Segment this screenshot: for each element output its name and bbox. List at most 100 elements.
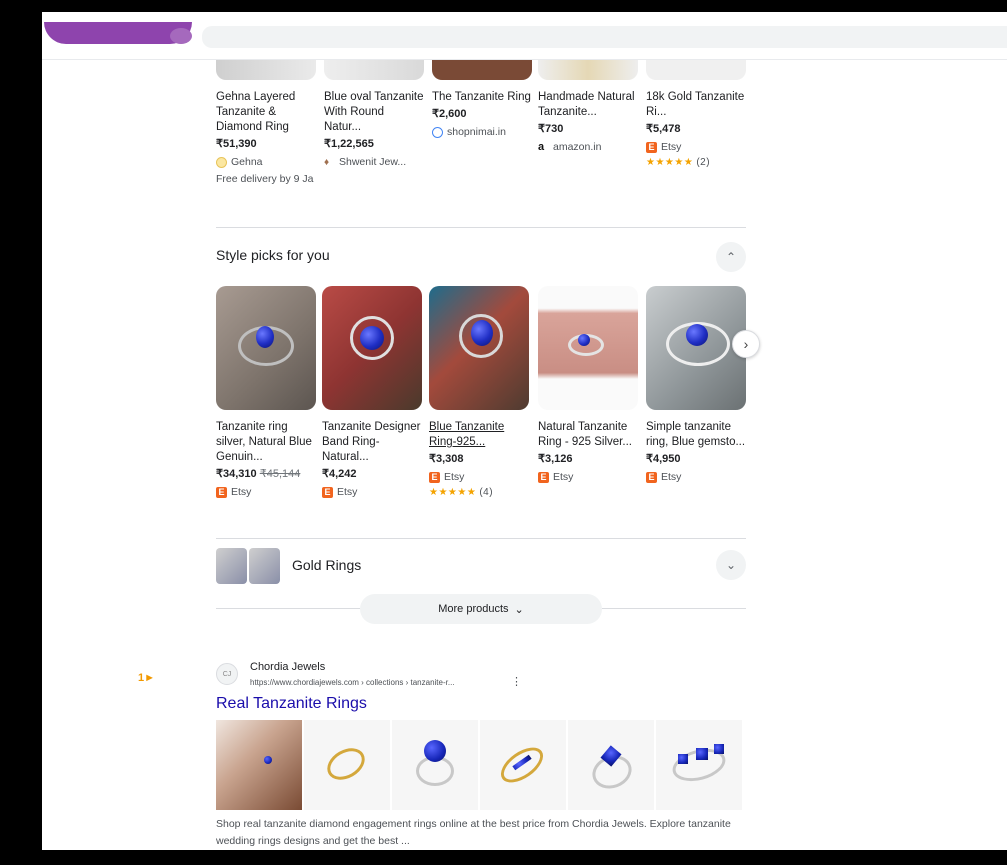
etsy-icon: E — [538, 472, 549, 483]
browser-viewport: Gehna Layered Tanzanite & Diamond Ring ₹… — [42, 12, 1007, 850]
ring-band — [321, 741, 371, 787]
etsy-icon: E — [216, 487, 227, 498]
product-store[interactable]: E Etsy — [216, 485, 316, 500]
site-favicon[interactable]: CJ — [216, 663, 238, 685]
product-card[interactable]: Gehna Layered Tanzanite & Diamond Ring ₹… — [216, 60, 316, 187]
product-card[interactable]: Tanzanite ring silver, Natural Blue Genu… — [216, 286, 316, 500]
product-store[interactable]: shopnimai.in — [432, 125, 532, 140]
product-store[interactable]: E Etsy — [429, 470, 529, 485]
product-card[interactable]: Blue oval Tanzanite With Round Natur... … — [324, 60, 424, 170]
etsy-icon: E — [429, 472, 440, 483]
product-name[interactable]: Gehna Layered Tanzanite & Diamond Ring — [216, 90, 316, 135]
result-image[interactable] — [216, 720, 302, 810]
product-card[interactable]: The Tanzanite Ring ₹2,600 shopnimai.in — [432, 60, 532, 140]
product-name[interactable]: Blue Tanzanite Ring-925... — [429, 420, 529, 450]
store-name: Etsy — [661, 141, 682, 153]
product-price: ₹3,126 — [538, 453, 573, 465]
product-name[interactable]: 18k Gold Tanzanite Ri... — [646, 90, 746, 120]
product-price: ₹51,390 — [216, 138, 257, 150]
original-price: ₹45,144 — [259, 468, 301, 480]
gold-rings-label: Gold Rings — [292, 557, 362, 573]
store-name: Etsy — [444, 471, 465, 483]
shwenit-store-icon: ♦ — [324, 157, 330, 168]
product-price: ₹3,308 — [429, 453, 464, 465]
style-picks-title: Style picks for you — [216, 247, 330, 263]
result-image-strip — [216, 720, 746, 810]
product-image[interactable] — [538, 286, 638, 410]
delivery-info: Free delivery by 9 Ja — [216, 173, 314, 185]
product-card[interactable]: 18k Gold Tanzanite Ri... ₹5,478 E Etsy ★★… — [646, 60, 746, 170]
product-image[interactable] — [429, 286, 529, 410]
search-header — [42, 12, 1007, 60]
result-image[interactable] — [656, 720, 742, 810]
more-products-button[interactable]: More products ⌄ — [360, 594, 602, 624]
gem — [578, 334, 590, 346]
product-image[interactable] — [216, 60, 316, 80]
result-image[interactable] — [304, 720, 390, 810]
chevron-down-icon: ⌄ — [514, 603, 524, 616]
gem — [256, 326, 274, 348]
product-image[interactable] — [538, 60, 638, 80]
product-image[interactable] — [646, 286, 746, 410]
result-rank-marker: 1► — [138, 672, 155, 684]
product-card[interactable]: Tanzanite Designer Band Ring-Natural... … — [322, 286, 422, 500]
product-image[interactable] — [646, 60, 746, 80]
result-image[interactable] — [480, 720, 566, 810]
product-image[interactable] — [324, 60, 424, 80]
product-card[interactable]: Blue Tanzanite Ring-925... ₹3,308 E Etsy … — [429, 286, 529, 500]
product-store[interactable]: ♦ Shwenit Jew... — [324, 155, 424, 170]
thumbnail — [249, 548, 280, 584]
rating: ★★★★★ (2) — [646, 155, 746, 170]
divider-left — [216, 608, 360, 609]
product-store[interactable]: E Etsy — [646, 140, 746, 155]
result-image[interactable] — [568, 720, 654, 810]
product-name[interactable]: Handmade Natural Tanzanite... — [538, 90, 638, 120]
product-store[interactable]: E Etsy — [646, 470, 746, 485]
gold-rings-section[interactable]: Gold Rings — [216, 544, 746, 588]
gem — [686, 324, 708, 346]
gold-rings-thumbnails — [216, 548, 280, 584]
product-name[interactable]: Tanzanite Designer Band Ring-Natural... — [322, 420, 422, 465]
store-name: Gehna — [231, 156, 263, 168]
chevron-up-icon[interactable]: ⌃ — [716, 242, 746, 272]
product-store[interactable]: E Etsy — [538, 470, 638, 485]
product-image[interactable] — [322, 286, 422, 410]
product-card[interactable]: Natural Tanzanite Ring - 925 Silver... ₹… — [538, 286, 638, 485]
site-name[interactable]: Chordia Jewels — [250, 661, 325, 673]
etsy-icon: E — [322, 487, 333, 498]
result-title-link[interactable]: Real Tanzanite Rings — [216, 695, 367, 713]
divider-right — [602, 608, 746, 609]
gem — [714, 744, 724, 754]
store-name: Etsy — [337, 486, 358, 498]
product-store[interactable]: E Etsy — [322, 485, 422, 500]
product-name[interactable]: Simple tanzanite ring, Blue gemsto... — [646, 420, 746, 450]
product-name[interactable]: Tanzanite ring silver, Natural Blue Genu… — [216, 420, 316, 465]
gem — [424, 740, 446, 762]
store-name: Etsy — [553, 471, 574, 483]
product-price: ₹4,242 — [322, 468, 357, 480]
rating-stars: ★★★★★ — [646, 157, 694, 168]
rating: ★★★★★ (4) — [429, 485, 529, 500]
store-name: amazon.in — [553, 141, 602, 153]
product-name[interactable]: Natural Tanzanite Ring - 925 Silver... — [538, 420, 638, 450]
product-card[interactable]: Handmade Natural Tanzanite... ₹730 a amaz… — [538, 60, 638, 155]
product-store[interactable]: a amazon.in — [538, 140, 638, 155]
site-url[interactable]: https://www.chordiajewels.com › collecti… — [250, 678, 455, 687]
store-name: Etsy — [661, 471, 682, 483]
product-price: ₹4,950 — [646, 453, 681, 465]
product-price: ₹730 — [538, 123, 564, 135]
chevron-down-icon[interactable]: ⌄ — [716, 550, 746, 580]
result-image[interactable] — [392, 720, 478, 810]
chevron-right-icon[interactable]: › — [732, 330, 760, 358]
product-name[interactable]: The Tanzanite Ring — [432, 90, 532, 105]
product-name[interactable]: Blue oval Tanzanite With Round Natur... — [324, 90, 424, 135]
search-input[interactable] — [202, 26, 1007, 48]
product-image[interactable] — [432, 60, 532, 80]
product-store[interactable]: Gehna — [216, 155, 316, 170]
amazon-icon: a — [538, 141, 545, 153]
gem — [264, 756, 272, 764]
product-image[interactable] — [216, 286, 316, 410]
product-price: ₹5,478 — [646, 123, 681, 135]
more-options-icon[interactable]: ⋮ — [511, 675, 522, 688]
product-card[interactable]: Simple tanzanite ring, Blue gemsto... ₹4… — [646, 286, 746, 485]
